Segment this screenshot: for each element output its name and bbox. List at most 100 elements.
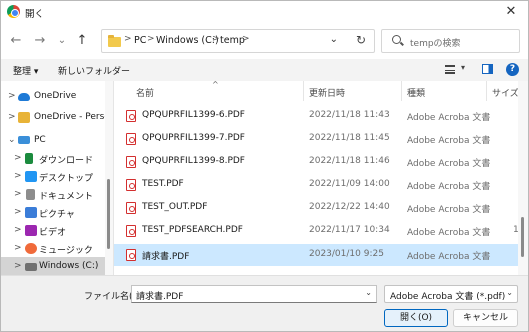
sidebar-item-videos[interactable]: > ビデオ [1, 221, 105, 241]
file-row-selected[interactable]: 請求書.PDF 2023/01/10 9:25 Adobe Acroba 文書 [114, 244, 518, 266]
refresh-icon[interactable]: ↻ [356, 33, 366, 47]
search-placeholder: tempの検索 [410, 39, 461, 49]
search-icon [392, 35, 401, 44]
dialog-footer: ファイル名(N): 請求書.PDF ⌄ Adobe Acroba 文書 (*.p… [1, 275, 528, 331]
cancel-button[interactable]: キャンセル [453, 309, 518, 327]
column-header-name[interactable]: 名前 [136, 86, 154, 99]
pdf-file-icon [126, 202, 136, 214]
file-row[interactable]: QPQUPRFIL1399-6.PDF 2022/11/18 11:43 Ado… [114, 105, 518, 127]
column-header-size[interactable]: サイズ [492, 86, 518, 99]
onedrive-folder-icon [18, 112, 30, 123]
filename-value: 請求書.PDF [136, 292, 184, 302]
close-button[interactable]: ✕ [500, 3, 522, 21]
file-date: 2022/11/18 11:43 [309, 110, 390, 120]
file-type: Adobe Acroba 文書 [407, 136, 491, 146]
organize-menu[interactable]: 整理 ▾ [13, 64, 38, 77]
sidebar-item-downloads[interactable]: > ダウンロード [1, 149, 105, 169]
sidebar-item-documents[interactable]: > ドキュメント [1, 185, 105, 205]
pdf-file-icon [126, 249, 136, 261]
file-row[interactable]: TEST_OUT.PDF 2022/12/22 14:40 Adobe Acro… [114, 197, 518, 219]
scrollbar-thumb[interactable] [107, 179, 110, 249]
navigation-scrollbar[interactable] [105, 81, 113, 275]
filetype-select[interactable]: Adobe Acroba 文書 (*.pdf) ⌄ [384, 285, 518, 303]
chevron-right-icon[interactable]: > [14, 153, 22, 163]
filename-input[interactable]: 請求書.PDF ⌄ [131, 285, 377, 303]
sidebar-item-music[interactable]: > ミュージック [1, 239, 105, 259]
file-row[interactable]: TEST_PDFSEARCH.PDF 2022/11/17 10:34 Adob… [114, 220, 518, 242]
title-bar: 開く ✕ [1, 1, 528, 23]
file-type: Adobe Acroba 文書 [407, 252, 491, 262]
back-button[interactable]: ← [7, 32, 25, 50]
desktop-icon [25, 171, 37, 182]
sidebar-item-pc[interactable]: ⌄ PC [1, 131, 105, 151]
column-header-date[interactable]: 更新日時 [309, 86, 345, 99]
column-divider[interactable] [303, 81, 304, 101]
address-bar[interactable]: > PC > Windows (C:) > temp > ⌄ ↻ [101, 29, 375, 53]
file-row[interactable]: TEST.PDF 2022/11/09 14:00 Adobe Acroba 文… [114, 174, 518, 196]
chevron-down-icon[interactable]: ⌄ [506, 288, 513, 297]
document-icon [26, 189, 35, 200]
open-button[interactable]: 開く(O) [384, 309, 448, 327]
file-date: 2022/11/17 10:34 [309, 225, 390, 235]
file-list-scrollbar[interactable] [518, 81, 528, 275]
column-divider[interactable] [486, 81, 487, 101]
file-date: 2022/11/09 14:00 [309, 179, 390, 189]
sidebar-item-label: ミュージック [39, 246, 93, 256]
breadcrumb-windows-c[interactable]: Windows (C:) [156, 35, 219, 46]
file-type: Adobe Acroba 文書 [407, 182, 491, 192]
chevron-down-icon[interactable]: ⌄ [365, 288, 372, 297]
file-date: 2022/12/22 14:40 [309, 202, 390, 212]
chevron-right-icon[interactable]: > [14, 225, 22, 235]
file-type: Adobe Acroba 文書 [407, 228, 491, 238]
sidebar-item-pictures[interactable]: > ピクチャ [1, 203, 105, 223]
file-row[interactable]: QPQUPRFIL1399-7.PDF 2022/11/18 11:45 Ado… [114, 128, 518, 150]
onedrive-cloud-icon [18, 93, 30, 101]
view-dropdown-icon[interactable]: ▾ [461, 63, 465, 72]
forward-button[interactable]: → [31, 32, 49, 50]
sidebar-item-windows-c[interactable]: > Windows (C:) [1, 257, 105, 275]
breadcrumb-separator: > [242, 34, 250, 44]
navigation-bar: ← → ⌄ ↑ > PC > Windows (C:) > temp > ⌄ ↻… [1, 23, 528, 59]
file-row[interactable]: QPQUPRFIL1399-8.PDF 2022/11/18 11:46 Ado… [114, 151, 518, 173]
sidebar-item-onedrive[interactable]: > OneDrive [1, 87, 105, 107]
new-folder-button[interactable]: 新しいフォルダー [58, 64, 130, 77]
file-name: TEST_OUT.PDF [142, 202, 208, 212]
sidebar-item-label: ピクチャ [39, 210, 75, 220]
chevron-right-icon[interactable]: > [8, 112, 16, 122]
pdf-file-icon [126, 179, 136, 191]
up-button[interactable]: ↑ [73, 32, 91, 50]
breadcrumb-pc[interactable]: PC [134, 35, 146, 46]
pdf-file-icon [126, 225, 136, 237]
sidebar-item-label: デスクトップ [39, 174, 94, 184]
column-header-row: ^ 名前 更新日時 種類 サイズ [114, 81, 518, 101]
chevron-right-icon[interactable]: > [14, 261, 22, 271]
address-dropdown-icon[interactable]: ⌄ [330, 34, 338, 45]
preview-pane-icon[interactable] [482, 64, 493, 74]
breadcrumb-separator: > [147, 34, 155, 44]
chevron-down-icon[interactable]: ⌄ [8, 135, 16, 145]
column-divider[interactable] [401, 81, 402, 101]
column-header-type[interactable]: 種類 [407, 86, 425, 99]
navigation-pane: > OneDrive > OneDrive - Persor ⌄ PC > ダウ… [1, 81, 113, 275]
chevron-right-icon[interactable]: > [8, 91, 16, 101]
chevron-right-icon[interactable]: > [14, 207, 22, 217]
pdf-file-icon [126, 110, 136, 122]
file-name: QPQUPRFIL1399-7.PDF [142, 133, 245, 143]
file-name: 請求書.PDF [142, 252, 190, 262]
search-box[interactable]: tempの検索 [381, 29, 520, 53]
music-icon [25, 243, 37, 254]
chevron-right-icon[interactable]: > [14, 189, 22, 199]
chevron-right-icon[interactable]: > [14, 243, 22, 253]
chrome-app-icon [7, 5, 20, 18]
scrollbar-thumb[interactable] [521, 217, 524, 257]
file-name: QPQUPRFIL1399-8.PDF [142, 156, 245, 166]
view-options-icon[interactable] [445, 65, 455, 74]
download-icon [25, 153, 33, 164]
help-icon[interactable]: ? [506, 63, 519, 76]
recent-locations-dropdown[interactable]: ⌄ [53, 32, 71, 50]
file-date: 2022/11/18 11:46 [309, 156, 390, 166]
sidebar-item-onedrive-personal[interactable]: > OneDrive - Persor [1, 108, 113, 128]
sidebar-item-desktop[interactable]: > デスクトップ [1, 167, 105, 187]
sidebar-item-label: PC [34, 135, 46, 145]
chevron-right-icon[interactable]: > [14, 171, 22, 181]
